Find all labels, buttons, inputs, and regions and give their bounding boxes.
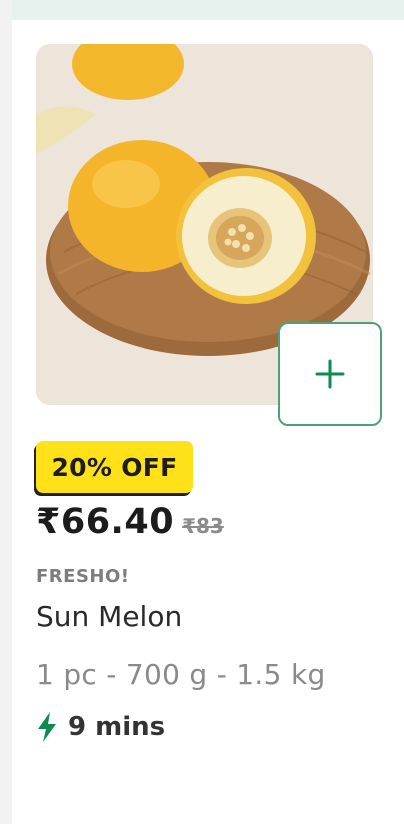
selling-price: ₹66.40 [36, 502, 175, 542]
brand-label: FRESHO! [36, 566, 130, 587]
price-row: ₹66.40 ₹83 [36, 502, 224, 542]
product-card[interactable]: 20% OFF ₹66.40 ₹83 FRESHO! Sun Melon 1 p… [12, 20, 404, 824]
delivery-info: 9 mins [36, 712, 165, 742]
original-price: ₹83 [182, 514, 224, 538]
delivery-time: 9 mins [68, 712, 166, 742]
quantity-label: 1 pc - 700 g - 1.5 kg [36, 658, 326, 691]
top-strip [12, 0, 404, 20]
add-to-cart-button[interactable] [278, 322, 382, 426]
bolt-icon [38, 712, 56, 742]
product-name[interactable]: Sun Melon [36, 600, 182, 633]
plus-icon [315, 359, 345, 389]
discount-badge: 20% OFF [36, 441, 193, 493]
